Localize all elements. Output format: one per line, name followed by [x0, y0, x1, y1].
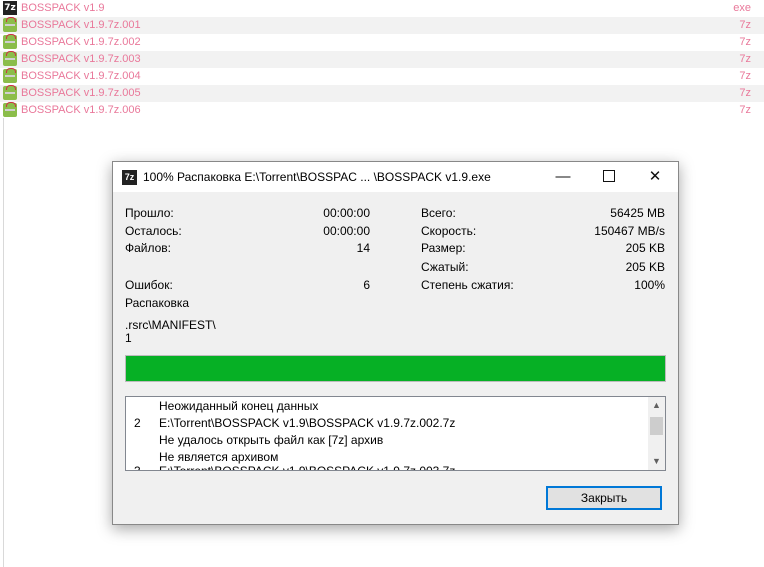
7z-icon: 7z: [3, 1, 17, 15]
log-number: 3: [134, 464, 141, 471]
scroll-up-icon[interactable]: ▲: [648, 397, 665, 414]
current-index: 1: [125, 331, 132, 345]
extract-dialog: 7z 100% Распаковка E:\Torrent\BOSSPAC ..…: [112, 161, 679, 525]
window-title: 100% Распаковка E:\Torrent\BOSSPAC ... \…: [143, 170, 491, 184]
size-label: Размер:: [421, 241, 466, 255]
file-ext: 7z: [739, 70, 751, 82]
file-name: BOSSPACK v1.9.7z.003: [21, 53, 141, 65]
file-row[interactable]: BOSSPACK v1.9.7z.006 7z: [0, 102, 764, 119]
log-text: E:\Torrent\BOSSPACK v1.9\BOSSPACK v1.9.7…: [159, 416, 456, 430]
maximize-icon: [603, 169, 615, 182]
package-icon: [3, 17, 17, 32]
file-ext: 7z: [739, 19, 751, 31]
file-row[interactable]: BOSSPACK v1.9.7z.002 7z: [0, 34, 764, 51]
progress-bar: [125, 355, 666, 382]
package-icon: [3, 51, 17, 66]
file-list: 7z BOSSPACK v1.9 exe BOSSPACK v1.9.7z.00…: [0, 0, 764, 119]
current-path: .rsrc\MANIFEST\: [125, 318, 216, 332]
title-bar[interactable]: 7z 100% Распаковка E:\Torrent\BOSSPAC ..…: [113, 162, 678, 192]
elapsed-value: 00:00:00: [323, 206, 370, 220]
ratio-label: Степень сжатия:: [421, 278, 514, 292]
error-log[interactable]: Неожиданный конец данных 2 E:\Torrent\BO…: [125, 396, 666, 471]
file-ext: 7z: [739, 36, 751, 48]
file-ext: 7z: [739, 53, 751, 65]
package-icon: [3, 68, 17, 83]
remaining-value: 00:00:00: [323, 224, 370, 238]
7z-icon: 7z: [122, 170, 137, 185]
operation-label: Распаковка: [125, 296, 190, 310]
files-value: 14: [356, 241, 370, 255]
total-label: Всего:: [421, 206, 456, 220]
package-icon: [3, 102, 17, 117]
files-label: Файлов:: [125, 241, 172, 255]
minimize-button[interactable]: —: [540, 162, 586, 192]
speed-label: Скорость:: [421, 224, 477, 238]
log-text: Неожиданный конец данных: [159, 399, 319, 413]
file-name: BOSSPACK v1.9.7z.004: [21, 70, 141, 82]
ratio-value: 100%: [634, 278, 665, 292]
packed-value: 205 KB: [625, 260, 665, 274]
file-name: BOSSPACK v1.9.7z.002: [21, 36, 141, 48]
packed-label: Сжатый:: [421, 260, 469, 274]
file-name: BOSSPACK v1.9.7z.005: [21, 87, 141, 99]
file-ext: 7z: [739, 104, 751, 116]
size-value: 205 KB: [625, 241, 665, 255]
scrollbar[interactable]: ▲ ▼: [648, 397, 665, 470]
log-number: 2: [134, 416, 141, 430]
file-row[interactable]: BOSSPACK v1.9.7z.001 7z: [0, 17, 764, 34]
speed-value: 150467 MB/s: [594, 224, 665, 238]
file-row[interactable]: BOSSPACK v1.9.7z.004 7z: [0, 68, 764, 85]
file-ext: 7z: [739, 87, 751, 99]
package-icon: [3, 85, 17, 100]
errors-value: 6: [363, 278, 370, 292]
file-name: BOSSPACK v1.9.7z.001: [21, 19, 141, 31]
remaining-label: Осталось:: [125, 224, 182, 238]
file-name: BOSSPACK v1.9: [21, 2, 105, 14]
progress-fill: [126, 356, 665, 381]
log-text: E:\Torrent\BOSSPACK v1.9\BOSSPACK v1.9.7…: [159, 464, 456, 471]
close-window-button[interactable]: ✕: [632, 162, 678, 192]
maximize-button[interactable]: [586, 162, 632, 192]
scroll-down-icon[interactable]: ▼: [648, 453, 665, 470]
close-button[interactable]: Закрыть: [546, 486, 662, 510]
file-row[interactable]: BOSSPACK v1.9.7z.005 7z: [0, 85, 764, 102]
file-row[interactable]: 7z BOSSPACK v1.9 exe: [0, 0, 764, 17]
scroll-thumb[interactable]: [650, 417, 663, 435]
file-name: BOSSPACK v1.9.7z.006: [21, 104, 141, 116]
file-row[interactable]: BOSSPACK v1.9.7z.003 7z: [0, 51, 764, 68]
total-value: 56425 MB: [610, 206, 665, 220]
elapsed-label: Прошло:: [125, 206, 174, 220]
errors-label: Ошибок:: [125, 278, 173, 292]
package-icon: [3, 34, 17, 49]
file-ext: exe: [733, 2, 751, 14]
divider: [3, 118, 4, 567]
log-text: Не удалось открыть файл как [7z] архив: [159, 433, 384, 447]
